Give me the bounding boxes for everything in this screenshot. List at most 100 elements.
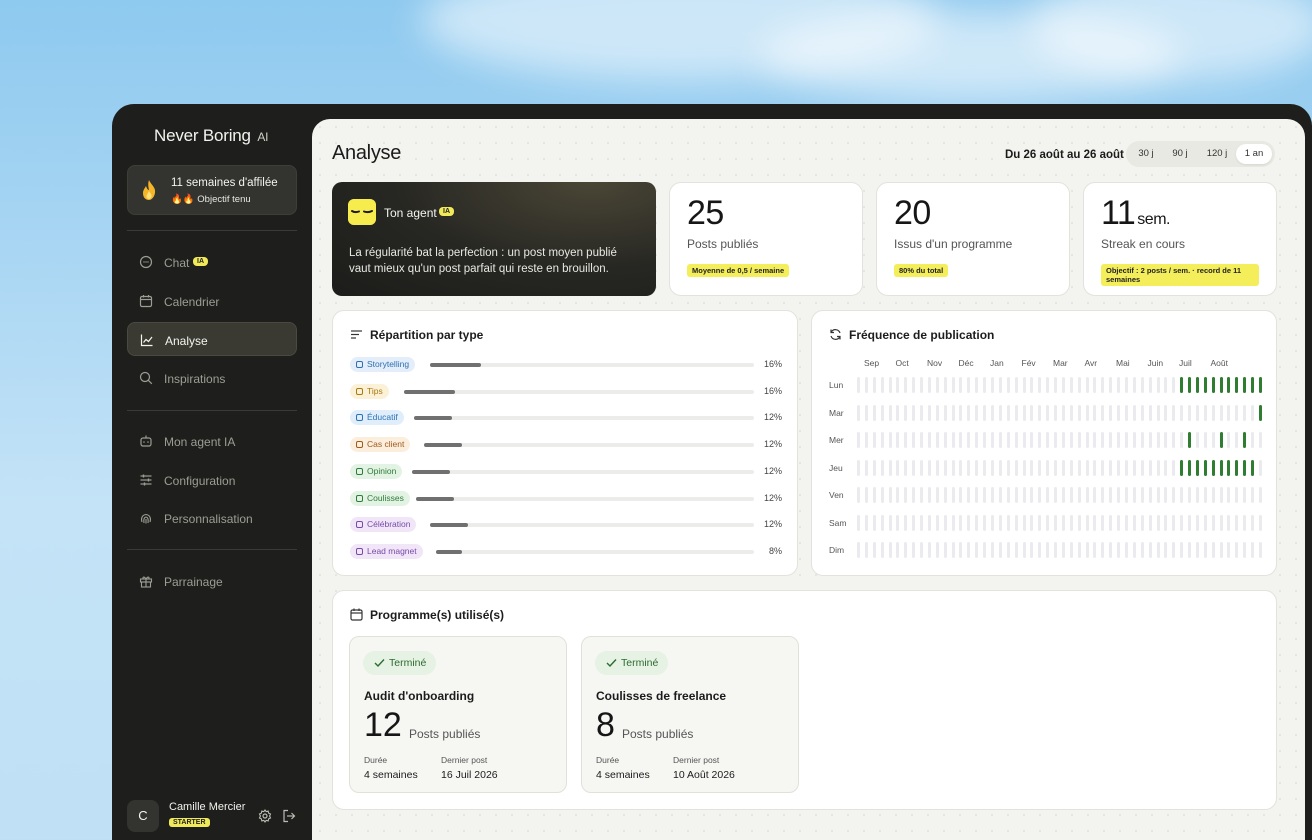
program-card[interactable]: Terminé Audit d'onboarding 12 Posts publ…: [349, 636, 567, 793]
heatmap-cell[interactable]: [1085, 377, 1089, 393]
heatmap-cell[interactable]: [1172, 404, 1176, 421]
heatmap-cell[interactable]: [1164, 377, 1168, 393]
sidebar-item-chat[interactable]: Chat IA: [127, 245, 297, 279]
heatmap-cell[interactable]: [1030, 459, 1034, 476]
heatmap-cell[interactable]: [1164, 459, 1168, 476]
heatmap-cell[interactable]: [857, 432, 860, 448]
heatmap-cell[interactable]: [1203, 514, 1207, 531]
heatmap-cell[interactable]: [1203, 487, 1207, 503]
heatmap-cell[interactable]: [896, 487, 900, 503]
heatmap-cell[interactable]: [1156, 542, 1160, 558]
heatmap-cell[interactable]: [1188, 487, 1192, 503]
heatmap-cell[interactable]: [983, 432, 987, 448]
heatmap-cell[interactable]: [1125, 542, 1128, 558]
heatmap-cell[interactable]: [1219, 459, 1223, 476]
heatmap-cell[interactable]: [1227, 487, 1231, 503]
heatmap-cell[interactable]: [1006, 404, 1010, 421]
heatmap-cell[interactable]: [1125, 514, 1128, 531]
brand-logo[interactable]: Never Boring AI: [154, 126, 268, 146]
heatmap-cell[interactable]: [1251, 487, 1255, 503]
heatmap-cell[interactable]: [872, 404, 876, 421]
heatmap-cell[interactable]: [912, 459, 916, 476]
heatmap-cell[interactable]: [983, 459, 987, 476]
heatmap-cell[interactable]: [927, 404, 931, 421]
heatmap-cell[interactable]: [1022, 404, 1026, 421]
heatmap-cell[interactable]: [1125, 487, 1128, 503]
heatmap-cell[interactable]: [1132, 404, 1136, 421]
heatmap-cell[interactable]: [1061, 404, 1065, 421]
heatmap-cell[interactable]: [927, 487, 931, 503]
heatmap-cell[interactable]: [1180, 432, 1184, 448]
heatmap-cell[interactable]: [1195, 542, 1199, 558]
heatmap-cell[interactable]: [1227, 542, 1231, 558]
heatmap-cell[interactable]: [1203, 459, 1207, 476]
heatmap-cell[interactable]: [1054, 404, 1058, 421]
heatmap-cell[interactable]: [1148, 514, 1152, 531]
heatmap-cell[interactable]: [912, 404, 916, 421]
heatmap-cell[interactable]: [904, 459, 908, 476]
heatmap-cell[interactable]: [1195, 487, 1199, 503]
heatmap-cell[interactable]: [1077, 459, 1081, 476]
heatmap-cell[interactable]: [1006, 377, 1010, 393]
heatmap-cell[interactable]: [1235, 459, 1239, 476]
heatmap-cell[interactable]: [943, 377, 947, 393]
heatmap-cell[interactable]: [1132, 432, 1136, 448]
heatmap-cell[interactable]: [1101, 514, 1105, 531]
heatmap-cell[interactable]: [1227, 432, 1231, 448]
heatmap-cell[interactable]: [1188, 404, 1192, 421]
heatmap-cell[interactable]: [1054, 542, 1058, 558]
heatmap-cell[interactable]: [1259, 487, 1262, 503]
heatmap-cell[interactable]: [998, 404, 1002, 421]
avatar[interactable]: C: [127, 800, 159, 832]
heatmap-cell[interactable]: [880, 377, 884, 393]
heatmap-cell[interactable]: [1014, 487, 1018, 503]
heatmap-cell[interactable]: [880, 514, 884, 531]
sidebar-item-parrainage[interactable]: Parrainage: [127, 564, 297, 598]
heatmap-cell[interactable]: [951, 404, 955, 421]
heatmap-cell[interactable]: [1014, 404, 1018, 421]
heatmap-cell[interactable]: [1140, 514, 1144, 531]
heatmap-cell[interactable]: [1211, 514, 1215, 531]
heatmap-cell[interactable]: [1227, 459, 1231, 476]
heatmap-cell[interactable]: [1117, 432, 1121, 448]
heatmap-cell[interactable]: [904, 487, 908, 503]
heatmap-cell[interactable]: [1251, 404, 1255, 421]
heatmap-cell[interactable]: [1132, 459, 1136, 476]
heatmap-cell[interactable]: [983, 377, 987, 393]
heatmap-cell[interactable]: [1077, 542, 1081, 558]
heatmap-cell[interactable]: [1101, 432, 1105, 448]
heatmap-cell[interactable]: [967, 487, 971, 503]
heatmap-cell[interactable]: [1117, 514, 1121, 531]
heatmap-cell[interactable]: [1109, 432, 1113, 448]
heatmap-cell[interactable]: [1069, 377, 1073, 393]
heatmap-cell[interactable]: [1180, 487, 1184, 503]
heatmap-cell[interactable]: [888, 377, 892, 393]
heatmap-cell[interactable]: [1188, 432, 1192, 448]
heatmap-cell[interactable]: [1022, 487, 1026, 503]
heatmap-cell[interactable]: [1109, 459, 1113, 476]
heatmap-cell[interactable]: [1061, 487, 1065, 503]
heatmap-cell[interactable]: [1006, 514, 1010, 531]
heatmap-cell[interactable]: [935, 404, 939, 421]
heatmap-cell[interactable]: [1180, 542, 1184, 558]
heatmap-cell[interactable]: [864, 514, 868, 531]
heatmap-cell[interactable]: [927, 432, 931, 448]
heatmap-cell[interactable]: [1038, 542, 1042, 558]
heatmap-cell[interactable]: [951, 432, 955, 448]
heatmap-cell[interactable]: [1243, 487, 1247, 503]
heatmap-cell[interactable]: [1219, 432, 1223, 448]
heatmap-cell[interactable]: [888, 459, 892, 476]
heatmap-cell[interactable]: [864, 459, 868, 476]
heatmap-cell[interactable]: [1235, 404, 1239, 421]
heatmap-cell[interactable]: [998, 542, 1002, 558]
heatmap-cell[interactable]: [1227, 404, 1231, 421]
heatmap-cell[interactable]: [872, 487, 876, 503]
heatmap-cell[interactable]: [904, 377, 908, 393]
heatmap-cell[interactable]: [864, 404, 868, 421]
heatmap-cell[interactable]: [864, 377, 868, 393]
heatmap-cell[interactable]: [912, 432, 916, 448]
heatmap-cell[interactable]: [1006, 487, 1010, 503]
heatmap-cell[interactable]: [1180, 459, 1184, 476]
heatmap-cell[interactable]: [1077, 404, 1081, 421]
heatmap-cell[interactable]: [1109, 404, 1113, 421]
